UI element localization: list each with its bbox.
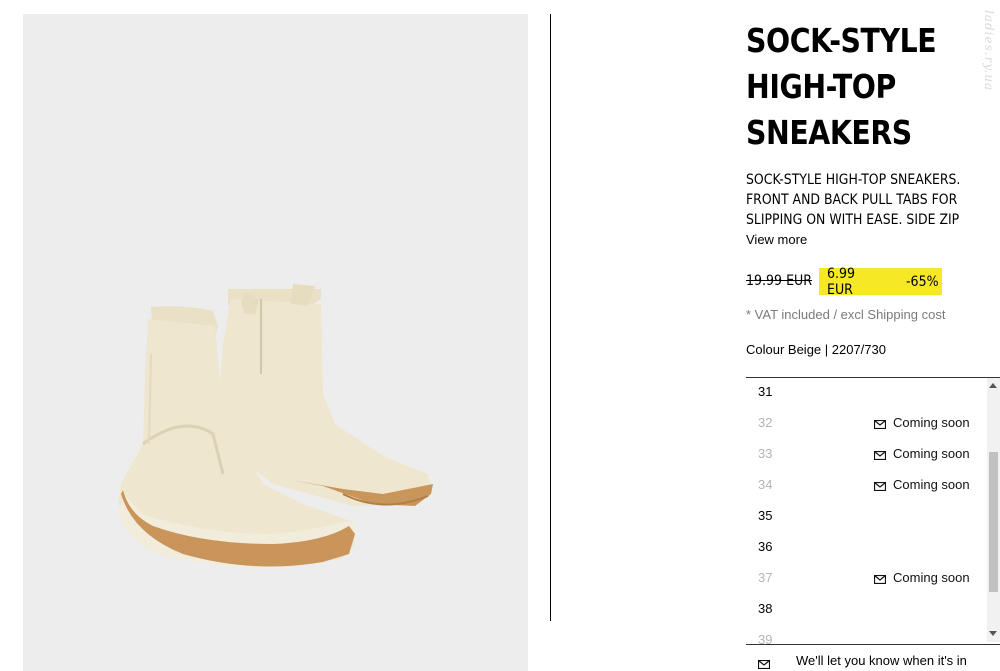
size-option[interactable]: 38 — [746, 595, 986, 626]
view-more-link[interactable]: View more — [746, 232, 807, 247]
size-label: 34 — [758, 477, 773, 492]
sale-price-badge: 6.99 EUR -65% — [819, 265, 942, 298]
discount-badge: -65% — [905, 273, 939, 290]
notify-message: We'll let you know when it's in — [796, 653, 967, 668]
size-label: 35 — [758, 508, 773, 523]
coming-soon-notice[interactable]: Coming soon — [873, 415, 970, 430]
vat-note: * VAT included / excl Shipping cost — [746, 307, 946, 322]
description-line: SLIPPING ON WITH EASE. SIDE ZIP — [746, 212, 960, 228]
scrollbar-thumb[interactable] — [989, 452, 998, 592]
product-description: SOCK-STYLE HIGH-TOP SNEAKERS. FRONT AND … — [746, 170, 964, 230]
coming-soon-notice[interactable]: Coming soon — [873, 477, 970, 492]
description-line: SOCK-STYLE HIGH-TOP SNEAKERS. — [746, 172, 961, 188]
coming-soon-label: Coming soon — [893, 446, 970, 461]
title-line: SOCK-STYLE — [746, 21, 937, 60]
size-option[interactable]: 35 — [746, 502, 986, 533]
size-option[interactable]: 39 — [746, 626, 986, 645]
envelope-icon — [873, 450, 887, 461]
coming-soon-notice[interactable]: Coming soon — [873, 446, 970, 461]
size-selector-list[interactable]: 31 32 Coming soon 33 Coming soon 34 Comi… — [746, 377, 1000, 645]
scroll-down-arrow-icon[interactable] — [989, 631, 997, 636]
size-option[interactable]: 33 Coming soon — [746, 440, 986, 471]
size-label: 38 — [758, 601, 773, 616]
envelope-icon — [873, 574, 887, 585]
envelope-icon — [873, 481, 887, 492]
size-option[interactable]: 37 Coming soon — [746, 564, 986, 595]
size-option[interactable]: 31 — [746, 378, 986, 409]
coming-soon-label: Coming soon — [893, 415, 970, 430]
size-label: 33 — [758, 446, 773, 461]
watermark: ladies.ry.ua — [982, 10, 996, 92]
size-label: 39 — [758, 632, 773, 645]
envelope-icon — [758, 660, 770, 669]
coming-soon-notice[interactable]: Coming soon — [873, 570, 970, 585]
divider-line — [550, 14, 551, 621]
size-list-scrollbar[interactable] — [987, 378, 1000, 642]
title-line: HIGH-TOP — [746, 67, 896, 106]
new-price: 6.99 EUR — [827, 265, 856, 298]
size-label: 32 — [758, 415, 773, 430]
size-label: 36 — [758, 539, 773, 554]
size-option[interactable]: 34 Coming soon — [746, 471, 986, 502]
size-option[interactable]: 36 — [746, 533, 986, 564]
size-option[interactable]: 32 Coming soon — [746, 409, 986, 440]
old-price: 19.99 EUR — [746, 273, 813, 289]
scroll-up-arrow-icon[interactable] — [989, 383, 997, 388]
product-title: SOCK-STYLE HIGH-TOP SNEAKERS — [746, 18, 944, 156]
size-label: 37 — [758, 570, 773, 585]
description-line: FRONT AND BACK PULL TABS FOR — [746, 192, 958, 208]
colour-reference: Colour Beige | 2207/730 — [746, 342, 886, 357]
coming-soon-label: Coming soon — [893, 477, 970, 492]
sneakers-illustration — [118, 284, 433, 567]
size-label: 31 — [758, 384, 773, 399]
title-line: SNEAKERS — [746, 113, 912, 152]
envelope-icon — [873, 419, 887, 430]
product-photo[interactable] — [23, 14, 528, 671]
coming-soon-label: Coming soon — [893, 570, 970, 585]
